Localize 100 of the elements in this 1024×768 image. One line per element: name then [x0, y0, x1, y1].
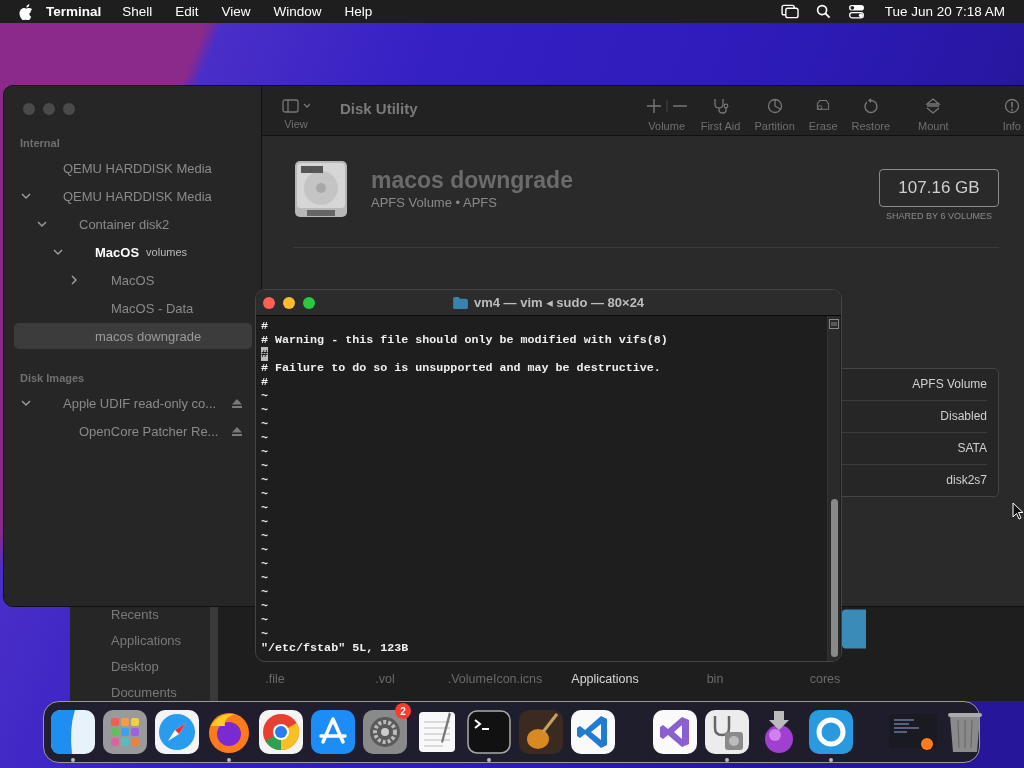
- notification-badge: 2: [395, 703, 411, 719]
- minimize-button[interactable]: [283, 296, 295, 309]
- sidebar-item[interactable]: Documents: [111, 684, 210, 701]
- menu-item[interactable]: Shell: [122, 4, 153, 19]
- sidebar-item[interactable]: Desktop: [111, 658, 210, 675]
- control-center-icon[interactable]: [846, 4, 866, 19]
- info-icon[interactable]: [1003, 97, 1020, 114]
- section-heading: Disk Images: [19, 371, 86, 386]
- toolbar-button[interactable]: Partition: [754, 97, 795, 132]
- chevron-icon[interactable]: [69, 275, 79, 285]
- folder-icon[interactable]: [842, 608, 866, 650]
- zoom-button[interactable]: [303, 296, 315, 309]
- menu-item[interactable]: Edit: [175, 4, 199, 19]
- plus-minus-icon[interactable]: [646, 97, 687, 114]
- chevron-icon[interactable]: [53, 247, 63, 257]
- sidebar-item[interactable]: MacOS: [14, 267, 252, 293]
- scroll-thumb[interactable]: [830, 499, 838, 657]
- pie-chart-icon[interactable]: [766, 97, 783, 114]
- menu-clock[interactable]: Tue Jun 20 7:18 AM: [884, 4, 1005, 19]
- hard-drive-icon: [293, 160, 349, 220]
- toolbar-button[interactable]: Mount: [918, 97, 949, 132]
- stethoscope-icon[interactable]: [712, 97, 729, 114]
- terminal-line: # Warning - this file should only be modified with vifs(8): [261, 333, 668, 347]
- terminal-line: ~: [261, 501, 268, 515]
- menu-item[interactable]: Window: [273, 4, 322, 19]
- terminal-line: #: [261, 319, 268, 333]
- screen-mirroring-icon[interactable]: [780, 4, 800, 19]
- toolbar-button[interactable]: Restore: [851, 97, 891, 132]
- sidebar-item[interactable]: MacOS volumes: [14, 239, 252, 265]
- terminal-line: ~: [261, 515, 268, 529]
- eject-icon[interactable]: [232, 426, 242, 436]
- app-icon[interactable]: [465, 708, 513, 756]
- toolbar-button[interactable]: Volume: [646, 97, 687, 132]
- sidebar-item[interactable]: Applications: [111, 632, 210, 649]
- sidebar-item[interactable]: MacOS - Data: [14, 295, 252, 321]
- app-icon[interactable]: [569, 708, 617, 756]
- chevron-icon[interactable]: [21, 398, 31, 408]
- file-name[interactable]: Applications: [571, 672, 639, 686]
- mount-icon[interactable]: [925, 97, 942, 114]
- file-name[interactable]: .vol: [375, 672, 395, 686]
- app-icon[interactable]: [49, 708, 97, 756]
- chevron-icon[interactable]: [37, 219, 47, 229]
- file-name[interactable]: .file: [265, 672, 285, 686]
- capacity-value: 107.16 GB: [879, 169, 999, 207]
- terminal-line: ~: [261, 599, 268, 613]
- app-icon[interactable]: [361, 708, 409, 756]
- terminal-line: ~: [261, 403, 268, 417]
- menu-app-name[interactable]: Terminal: [46, 4, 102, 19]
- terminal-line: ~: [261, 613, 268, 627]
- app-icon[interactable]: [101, 708, 149, 756]
- file-name[interactable]: cores: [809, 672, 841, 686]
- app-icon[interactable]: [807, 708, 855, 756]
- app-icon[interactable]: [257, 708, 305, 756]
- app-icon[interactable]: [651, 708, 699, 756]
- terminal-line: ~: [261, 473, 268, 487]
- volume-name: macos downgrade: [371, 167, 573, 194]
- toolbar-button[interactable]: Info: [1002, 97, 1021, 132]
- menu-item[interactable]: View: [221, 4, 251, 19]
- file-name[interactable]: .VolumeIcon.icns: [447, 672, 543, 686]
- terminal-line: ~: [261, 459, 268, 473]
- app-icon[interactable]: [153, 708, 201, 756]
- sidebar-item[interactable]: OpenCore Patcher Re...: [14, 418, 252, 444]
- section-heading: Internal: [19, 136, 61, 151]
- terminal-line: ~: [261, 585, 268, 599]
- close-button[interactable]: [263, 296, 275, 309]
- terminal-line: ~: [261, 389, 268, 403]
- terminal-line: ~: [261, 543, 268, 557]
- sidebar-item[interactable]: QEMU HARDDISK Media: [14, 183, 252, 209]
- sidebar-toggle-icon[interactable]: [282, 99, 310, 113]
- status-line: "/etc/fstab" 5L, 123B: [261, 641, 409, 655]
- app-icon[interactable]: [703, 708, 751, 756]
- toolbar-button[interactable]: Erase: [808, 97, 838, 132]
- menu-item[interactable]: Help: [344, 4, 373, 19]
- folder-icon: [452, 296, 468, 309]
- sidebar-item[interactable]: QEMU HARDDISK Media: [14, 155, 252, 181]
- view-label: View: [284, 118, 308, 130]
- split-pane-icon[interactable]: [829, 319, 839, 329]
- sidebar-item[interactable]: Recents: [111, 606, 210, 623]
- file-name[interactable]: bin: [706, 672, 724, 686]
- terminal-line: #: [261, 375, 268, 389]
- terminal-line: ~: [261, 627, 268, 641]
- restore-arrow-icon[interactable]: [862, 97, 879, 114]
- eject-icon[interactable]: [232, 398, 242, 408]
- window-title: Disk Utility: [340, 100, 418, 117]
- scroll-bar[interactable]: [210, 606, 218, 701]
- terminal-line: ~: [261, 417, 268, 431]
- apple-logo-icon[interactable]: [19, 3, 33, 20]
- app-icon[interactable]: [517, 708, 565, 756]
- sidebar-item[interactable]: Apple UDIF read-only co...: [14, 390, 252, 416]
- terminal-line: ~: [261, 431, 268, 445]
- window-title: vm4 — vim ◂ sudo — 80×24: [473, 295, 645, 310]
- sidebar-item[interactable]: macos downgrade: [14, 323, 252, 349]
- app-icon[interactable]: [309, 708, 357, 756]
- scroll-bar[interactable]: [827, 316, 840, 661]
- chevron-icon[interactable]: [21, 191, 31, 201]
- terminal-line: ~: [261, 445, 268, 459]
- sidebar-item[interactable]: Container disk2: [14, 211, 252, 237]
- capacity-note: SHARED BY 6 VOLUMES: [886, 211, 992, 221]
- volume-type: APFS Volume • APFS: [371, 195, 498, 210]
- toolbar-button[interactable]: First Aid: [700, 97, 741, 132]
